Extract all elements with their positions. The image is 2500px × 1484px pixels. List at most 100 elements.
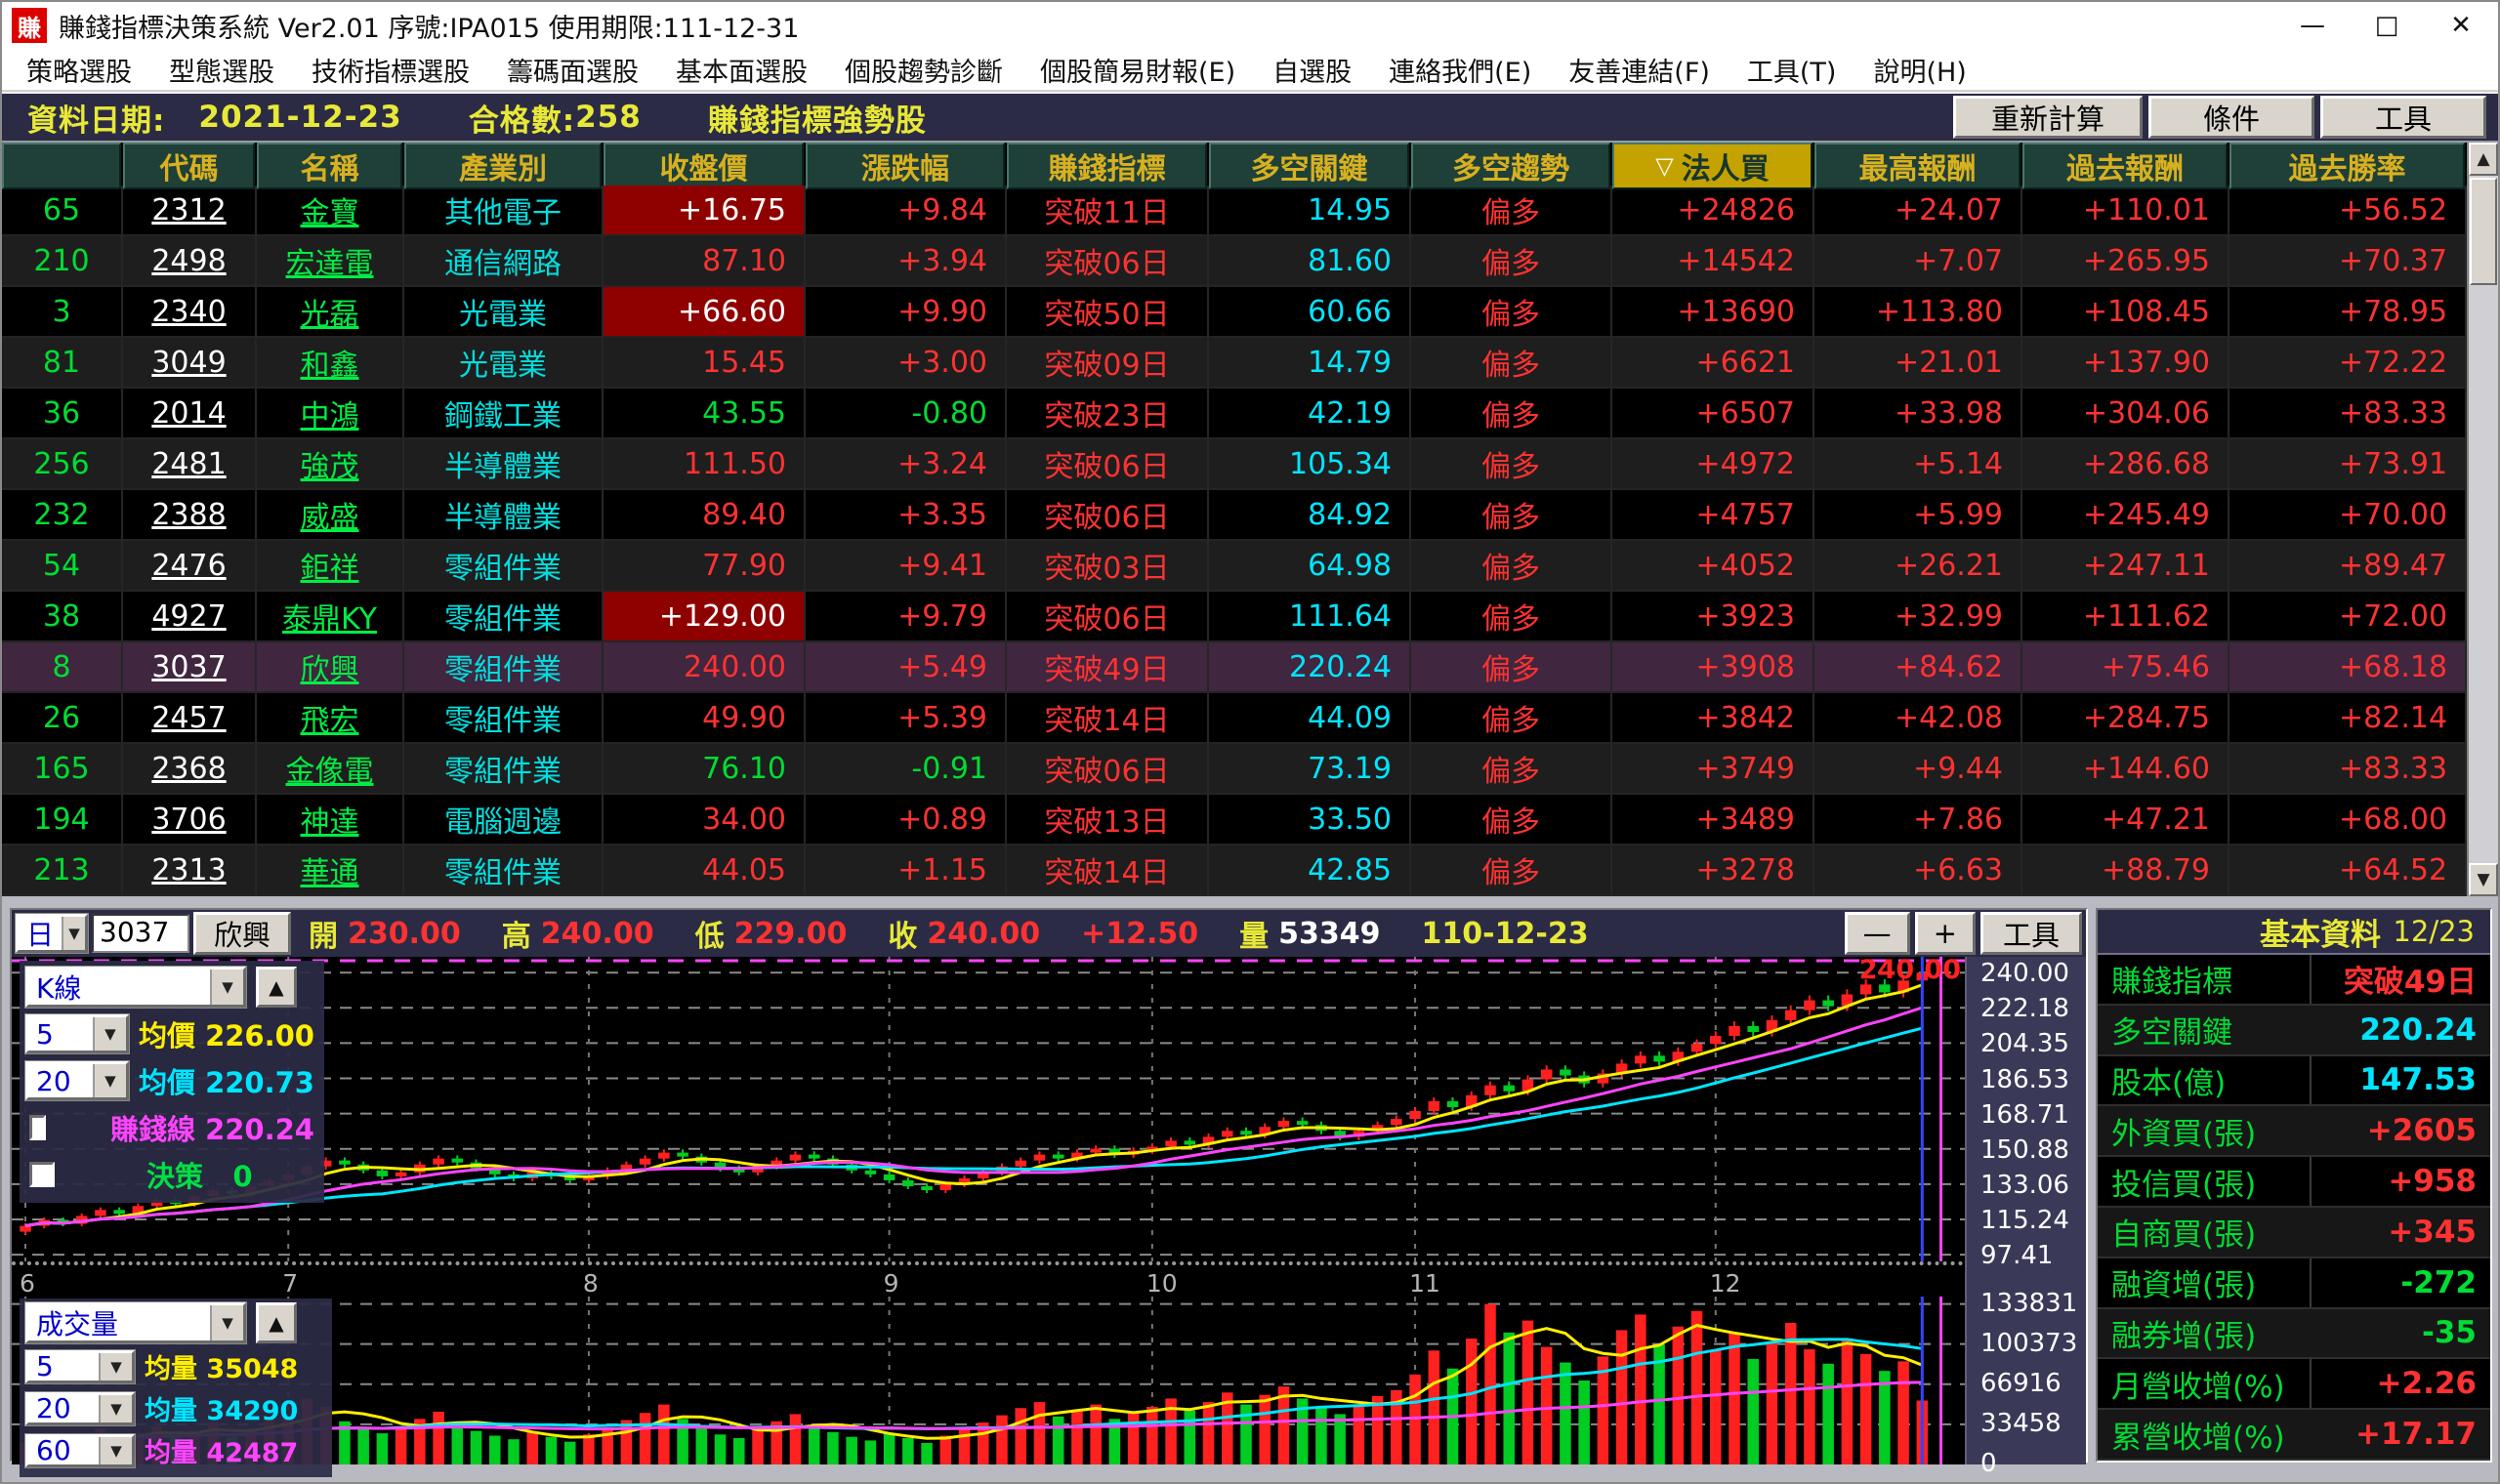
- scroll-thumb[interactable]: [2470, 178, 2497, 285]
- ma2-period-select[interactable]: 20 ▼: [24, 1060, 130, 1101]
- cell-stock-code[interactable]: 2476: [123, 541, 257, 592]
- column-header-9[interactable]: ▽ 法人買: [1612, 143, 1812, 189]
- cell-stock-code[interactable]: 2481: [123, 439, 257, 490]
- toolbar-button-2[interactable]: 工具: [2320, 96, 2486, 139]
- vma1-period-select[interactable]: 5 ▼: [24, 1348, 136, 1384]
- cell-stock-code[interactable]: 3037: [123, 642, 257, 693]
- stock-code-input[interactable]: 3037: [92, 914, 189, 953]
- cell-stock-name[interactable]: 和鑫: [257, 338, 404, 389]
- toolbar-button-1[interactable]: 條件: [2148, 96, 2314, 139]
- table-row[interactable]: 81 3049 和鑫 光電業 15.45 +3.00 突破09日 14.79 偏多 +6621 +2…: [2, 338, 2468, 389]
- cell-stock-name[interactable]: 威盛: [257, 490, 404, 541]
- cell-stock-code[interactable]: 2312: [123, 186, 257, 236]
- column-header-0[interactable]: [2, 143, 121, 189]
- menu-item-2[interactable]: 技術指標選股: [293, 51, 488, 89]
- chevron-down-icon[interactable]: ▼: [210, 969, 243, 1005]
- menu-item-0[interactable]: 策略選股: [8, 51, 150, 89]
- cell-stock-name[interactable]: 鉅祥: [257, 541, 404, 592]
- cell-stock-name[interactable]: 宏達電: [257, 236, 404, 287]
- menu-item-8[interactable]: 連絡我們(E): [1370, 51, 1550, 89]
- chevron-down-icon[interactable]: ▼: [92, 1064, 126, 1097]
- cell-stock-name[interactable]: 泰鼎KY: [257, 592, 404, 642]
- menu-item-6[interactable]: 個股簡易財報(E): [1021, 51, 1254, 89]
- vma2-period-select[interactable]: 20 ▼: [24, 1390, 136, 1426]
- table-row[interactable]: 54 2476 鉅祥 零組件業 77.90 +9.41 突破03日 64.98 偏多 +4052 +…: [2, 541, 2468, 592]
- zoom-in-button[interactable]: +: [1914, 912, 1976, 955]
- menu-item-11[interactable]: 說明(H): [1854, 51, 1984, 89]
- chevron-down-icon[interactable]: ▼: [62, 917, 85, 950]
- menu-item-7[interactable]: 自選股: [1254, 51, 1370, 89]
- column-header-4[interactable]: 收盤價: [604, 143, 804, 189]
- table-row[interactable]: 38 4927 泰鼎KY 零組件業 +129.00 +9.79 突破06日 111.64 偏多 +…: [2, 592, 2468, 642]
- table-row[interactable]: 26 2457 飛宏 零組件業 49.90 +5.39 突破14日 44.09 偏多 +3842 +…: [2, 693, 2468, 744]
- profit-line-checkbox[interactable]: [29, 1115, 46, 1140]
- menu-item-1[interactable]: 型態選股: [150, 51, 293, 89]
- column-header-5[interactable]: 漲跌幅: [806, 143, 1005, 189]
- cell-stock-code[interactable]: 4927: [123, 592, 257, 642]
- table-row[interactable]: 213 2313 華通 零組件業 44.05 +1.15 突破14日 42.85 偏多 +3278…: [2, 845, 2468, 896]
- cell-stock-name[interactable]: 飛宏: [257, 693, 404, 744]
- cell-stock-code[interactable]: 2014: [123, 389, 257, 439]
- zoom-out-button[interactable]: —: [1844, 912, 1910, 955]
- chart-type-select[interactable]: K線 ▼: [24, 966, 247, 1009]
- column-header-2[interactable]: 名稱: [257, 143, 402, 189]
- chevron-down-icon[interactable]: ▼: [99, 1436, 132, 1464]
- minimize-button[interactable]: —: [2275, 2, 2350, 49]
- cell-stock-name[interactable]: 光磊: [257, 287, 404, 338]
- cell-stock-code[interactable]: 2457: [123, 693, 257, 744]
- toolbar-button-0[interactable]: 重新計算: [1952, 96, 2143, 139]
- table-row[interactable]: 165 2368 金像電 零組件業 76.10 -0.91 突破06日 73.19 偏多 +374…: [2, 744, 2468, 795]
- scroll-up-button[interactable]: ▲: [2469, 143, 2498, 176]
- table-row[interactable]: 36 2014 中鴻 鋼鐵工業 43.55 -0.80 突破23日 42.19 偏多 +6507 +…: [2, 389, 2468, 439]
- table-row[interactable]: 194 3706 神達 電腦週邊 34.00 +0.89 突破13日 33.50 偏多 +3489…: [2, 795, 2468, 845]
- chevron-down-icon[interactable]: ▼: [210, 1305, 243, 1340]
- cell-stock-name[interactable]: 強茂: [257, 439, 404, 490]
- menu-item-3[interactable]: 籌碼面選股: [488, 51, 657, 89]
- menu-item-4[interactable]: 基本面選股: [657, 51, 826, 89]
- menu-item-9[interactable]: 友善連結(F): [1550, 51, 1729, 89]
- menu-item-10[interactable]: 工具(T): [1729, 51, 1855, 89]
- filter-icon[interactable]: ▽: [1655, 152, 1673, 180]
- cell-stock-name[interactable]: 中鴻: [257, 389, 404, 439]
- table-row[interactable]: 65 2312 金寶 其他電子 +16.75 +9.84 突破11日 14.95 偏多 +2482…: [2, 186, 2468, 236]
- cell-stock-code[interactable]: 2368: [123, 744, 257, 795]
- cell-stock-name[interactable]: 金寶: [257, 186, 404, 236]
- cell-stock-name[interactable]: 金像電: [257, 744, 404, 795]
- column-header-8[interactable]: 多空趨勢: [1411, 143, 1610, 189]
- chevron-down-icon[interactable]: ▼: [99, 1352, 132, 1381]
- chart-tools-button[interactable]: 工具: [1979, 912, 2082, 955]
- column-header-10[interactable]: 最高報酬: [1814, 143, 2021, 189]
- cell-stock-code[interactable]: 2498: [123, 236, 257, 287]
- chevron-down-icon[interactable]: ▼: [92, 1017, 126, 1051]
- decision-checkbox[interactable]: [29, 1162, 55, 1187]
- collapse-volume-pane-button[interactable]: ▲: [256, 1302, 297, 1343]
- column-header-3[interactable]: 產業別: [404, 143, 602, 189]
- column-header-12[interactable]: 過去勝率: [2229, 143, 2466, 189]
- volume-chart-canvas[interactable]: 成交量 ▼ ▲ 5 ▼ 均量 35048 20 ▼ 均量 34290 60 ▼ …: [12, 1297, 1965, 1477]
- table-row[interactable]: 3 2340 光磊 光電業 +66.60 +9.90 突破50日 60.66 偏多 +13690 +…: [2, 287, 2468, 338]
- maximize-button[interactable]: □: [2350, 2, 2424, 49]
- column-header-6[interactable]: 賺錢指標: [1007, 143, 1207, 189]
- table-row[interactable]: 8 3037 欣興 零組件業 240.00 +5.49 突破49日 220.24 偏多 +3908…: [2, 642, 2468, 693]
- vma3-period-select[interactable]: 60 ▼: [24, 1432, 136, 1468]
- cell-stock-name[interactable]: 神達: [257, 795, 404, 845]
- scroll-down-button[interactable]: ▼: [2469, 863, 2498, 896]
- price-chart-canvas[interactable]: 240.00 K線 ▼ ▲ 5 ▼ 均價 226.00 20 ▼ 均價 220.…: [12, 955, 1965, 1261]
- cell-stock-code[interactable]: 2388: [123, 490, 257, 541]
- period-select[interactable]: 日 ▼: [15, 913, 89, 954]
- table-row[interactable]: 210 2498 宏達電 通信網路 87.10 +3.94 突破06日 81.60 偏多 +145…: [2, 236, 2468, 287]
- cell-stock-code[interactable]: 3049: [123, 338, 257, 389]
- collapse-pane-button[interactable]: ▲: [256, 967, 297, 1008]
- cell-stock-name[interactable]: 欣興: [257, 642, 404, 693]
- table-scrollbar[interactable]: ▲ ▼: [2467, 143, 2498, 896]
- column-header-1[interactable]: 代碼: [123, 143, 255, 189]
- indicator-select[interactable]: 成交量 ▼: [24, 1301, 247, 1344]
- stock-name-button[interactable]: 欣興: [193, 912, 292, 955]
- close-button[interactable]: ✕: [2424, 2, 2498, 49]
- cell-stock-name[interactable]: 華通: [257, 845, 404, 896]
- table-row[interactable]: 232 2388 威盛 半導體業 89.40 +3.35 突破06日 84.92 偏多 +4757…: [2, 490, 2468, 541]
- ma1-period-select[interactable]: 5 ▼: [24, 1013, 130, 1054]
- table-row[interactable]: 256 2481 強茂 半導體業 111.50 +3.24 突破06日 105.34 偏多 +49…: [2, 439, 2468, 490]
- column-header-7[interactable]: 多空關鍵: [1209, 143, 1409, 189]
- column-header-11[interactable]: 過去報酬: [2022, 143, 2228, 189]
